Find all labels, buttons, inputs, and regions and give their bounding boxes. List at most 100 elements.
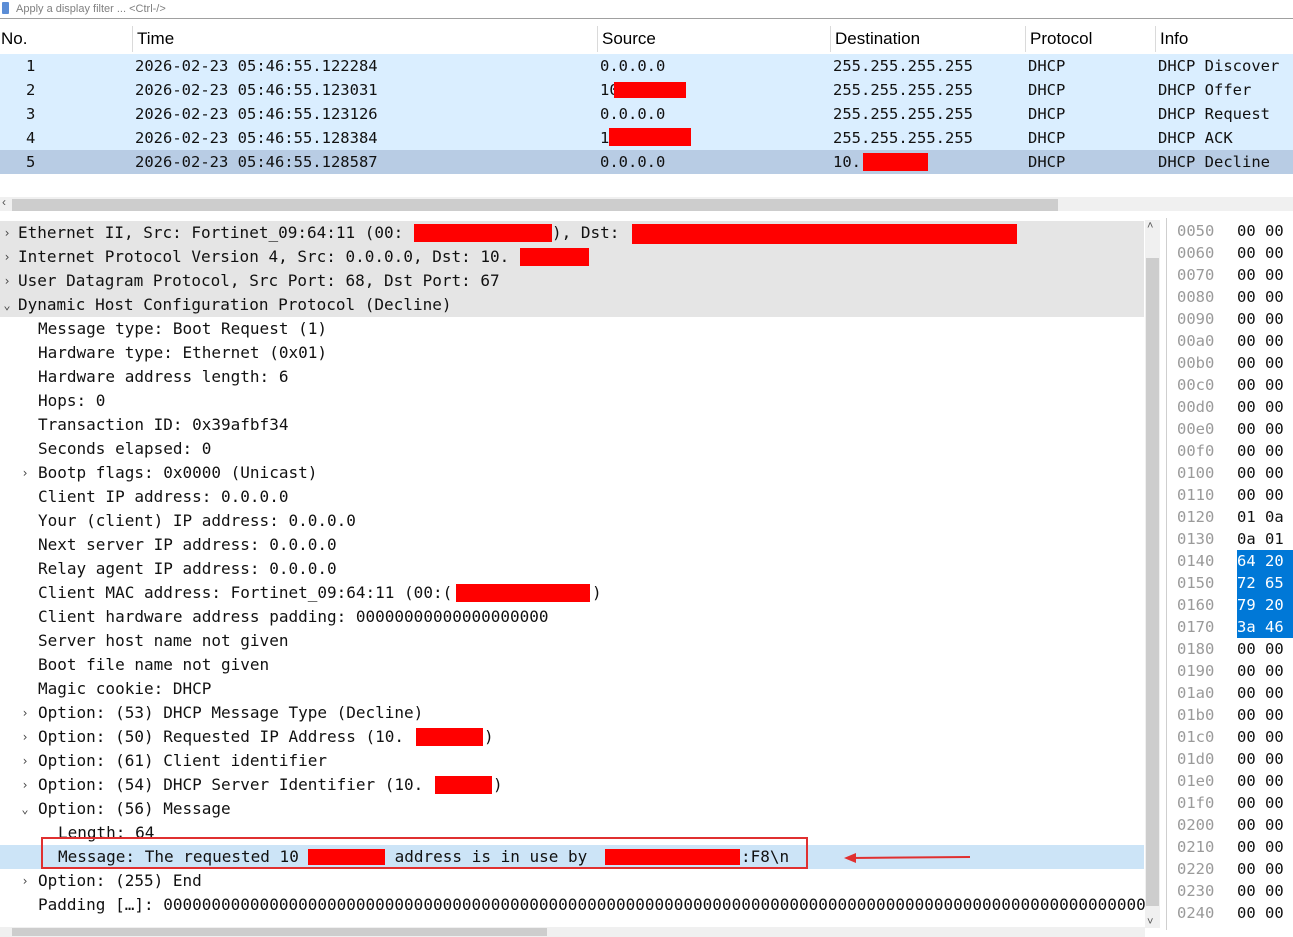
tree-item[interactable]: Client MAC address: Fortinet_09:64:11 (0… — [0, 581, 1144, 605]
packet-row[interactable]: 4 2026-02-23 05:46:55.128384 1 255.255.2… — [0, 126, 1293, 150]
hex-row[interactable]: 0140 64 20 — [1167, 550, 1293, 572]
hex-row[interactable]: 00a0 00 00 — [1167, 330, 1293, 352]
tree-item-option-255[interactable]: › Option: (255) End — [0, 869, 1144, 893]
tree-item[interactable]: Server host name not given — [0, 629, 1144, 653]
hex-row[interactable]: 01f0 00 00 — [1167, 792, 1293, 814]
tree-item[interactable]: Relay agent IP address: 0.0.0.0 — [0, 557, 1144, 581]
expand-arrow-icon[interactable]: › — [18, 701, 32, 725]
hex-row[interactable]: 00f0 00 00 — [1167, 440, 1293, 462]
tree-item[interactable]: Magic cookie: DHCP — [0, 677, 1144, 701]
hex-row[interactable]: 00b0 00 00 — [1167, 352, 1293, 374]
expand-arrow-icon[interactable]: › — [18, 749, 32, 773]
hex-row[interactable]: 0200 00 00 — [1167, 814, 1293, 836]
scroll-left-icon[interactable]: ‹ — [2, 195, 6, 209]
hex-bytes: 00 00 — [1237, 376, 1284, 394]
column-header-time[interactable]: Time — [132, 26, 597, 52]
hex-row[interactable]: 0120 01 0a — [1167, 506, 1293, 528]
column-header-info[interactable]: Info — [1155, 26, 1293, 52]
tree-item-option-54[interactable]: › Option: (54) DHCP Server Identifier (1… — [0, 773, 1144, 797]
hex-row[interactable]: 01a0 00 00 — [1167, 682, 1293, 704]
tree-item[interactable]: Your (client) IP address: 0.0.0.0 — [0, 509, 1144, 533]
hex-row[interactable]: 0070 00 00 — [1167, 264, 1293, 286]
hex-row[interactable]: 0190 00 00 — [1167, 660, 1293, 682]
tree-item[interactable]: Hardware address length: 6 — [0, 365, 1144, 389]
hex-row[interactable]: 01b0 00 00 — [1167, 704, 1293, 726]
tree-item-option-50[interactable]: › Option: (50) Requested IP Address (10.… — [0, 725, 1144, 749]
column-header-protocol[interactable]: Protocol — [1025, 26, 1155, 52]
hex-offset: 0220 — [1177, 860, 1215, 878]
expand-arrow-icon[interactable]: › — [0, 269, 14, 293]
hex-row[interactable]: 01d0 00 00 — [1167, 748, 1293, 770]
hex-row[interactable]: 0090 00 00 — [1167, 308, 1293, 330]
hex-row[interactable]: 00d0 00 00 — [1167, 396, 1293, 418]
hex-row[interactable]: 0150 72 65 — [1167, 572, 1293, 594]
display-filter-bar[interactable]: Apply a display filter ... <Ctrl-/> — [0, 0, 1293, 19]
hex-offset: 01d0 — [1177, 750, 1215, 768]
tree-item[interactable]: Seconds elapsed: 0 — [0, 437, 1144, 461]
packet-row[interactable]: 2 2026-02-23 05:46:55.123031 10 255.255.… — [0, 78, 1293, 102]
tree-item-udp[interactable]: › User Datagram Protocol, Src Port: 68, … — [0, 269, 1144, 293]
tree-item-option-56[interactable]: ⌄ Option: (56) Message — [0, 797, 1144, 821]
hex-row[interactable]: 0210 00 00 — [1167, 836, 1293, 858]
hex-row[interactable]: 0130 0a 01 — [1167, 528, 1293, 550]
hex-row[interactable]: 00c0 00 00 — [1167, 374, 1293, 396]
tree-item-label: Your (client) IP address: 0.0.0.0 — [38, 511, 356, 530]
tree-item[interactable]: Boot file name not given — [0, 653, 1144, 677]
expand-arrow-icon[interactable]: › — [18, 725, 32, 749]
scroll-thumb[interactable] — [12, 928, 547, 936]
bookmark-icon[interactable] — [2, 2, 9, 14]
tree-item[interactable]: Message type: Boot Request (1) — [0, 317, 1144, 341]
tree-item-ipv4[interactable]: › Internet Protocol Version 4, Src: 0.0.… — [0, 245, 1144, 269]
tree-item[interactable]: Client IP address: 0.0.0.0 — [0, 485, 1144, 509]
hex-row[interactable]: 0230 00 00 — [1167, 880, 1293, 902]
hex-row[interactable]: 0240 00 00 — [1167, 902, 1293, 924]
collapse-arrow-icon[interactable]: ⌄ — [0, 293, 14, 317]
hex-row[interactable]: 0220 00 00 — [1167, 858, 1293, 880]
hex-row[interactable]: 0110 00 00 — [1167, 484, 1293, 506]
scroll-down-icon[interactable]: ˅ — [1147, 916, 1153, 928]
expand-arrow-icon[interactable]: › — [18, 461, 32, 485]
expand-arrow-icon[interactable]: › — [18, 869, 32, 893]
tree-item[interactable]: Transaction ID: 0x39afbf34 — [0, 413, 1144, 437]
expand-arrow-icon[interactable]: › — [0, 221, 14, 245]
tree-item-label: Option: (61) Client identifier — [38, 751, 327, 770]
tree-item[interactable]: › Bootp flags: 0x0000 (Unicast) — [0, 461, 1144, 485]
hex-row[interactable]: 0170 3a 46 — [1167, 616, 1293, 638]
redaction — [414, 224, 552, 242]
column-header-destination[interactable]: Destination — [830, 26, 1025, 52]
details-hscrollbar[interactable] — [0, 927, 1145, 937]
hex-row[interactable]: 0160 79 20 — [1167, 594, 1293, 616]
hex-row[interactable]: 0050 00 00 — [1167, 220, 1293, 242]
column-header-no[interactable]: No. — [0, 26, 132, 52]
scroll-thumb[interactable] — [12, 199, 1058, 211]
tree-item-dhcp[interactable]: ⌄ Dynamic Host Configuration Protocol (D… — [0, 293, 1144, 317]
collapse-arrow-icon[interactable]: ⌄ — [18, 797, 32, 821]
hex-row[interactable]: 0060 00 00 — [1167, 242, 1293, 264]
hex-row[interactable]: 01e0 00 00 — [1167, 770, 1293, 792]
tree-item[interactable]: Client hardware address padding: 0000000… — [0, 605, 1144, 629]
tree-item[interactable]: Hops: 0 — [0, 389, 1144, 413]
packet-list-hscrollbar[interactable]: ‹ — [0, 195, 1293, 211]
scroll-up-icon[interactable]: ˄ — [1147, 220, 1153, 232]
packet-source: 0.0.0.0 — [600, 57, 666, 75]
display-filter-input[interactable]: Apply a display filter ... <Ctrl-/> — [16, 1, 166, 17]
tree-item-ethernet[interactable]: › Ethernet II, Src: Fortinet_09:64:11 (0… — [0, 221, 1144, 245]
tree-item-option-53[interactable]: › Option: (53) DHCP Message Type (Declin… — [0, 701, 1144, 725]
hex-row[interactable]: 0180 00 00 — [1167, 638, 1293, 660]
hex-row[interactable]: 0080 00 00 — [1167, 286, 1293, 308]
expand-arrow-icon[interactable]: › — [0, 245, 14, 269]
tree-item-option-61[interactable]: › Option: (61) Client identifier — [0, 749, 1144, 773]
packet-row[interactable]: 1 2026-02-23 05:46:55.122284 0.0.0.0 255… — [0, 54, 1293, 78]
hex-offset: 01a0 — [1177, 684, 1215, 702]
tree-item[interactable]: Hardware type: Ethernet (0x01) — [0, 341, 1144, 365]
expand-arrow-icon[interactable]: › — [18, 773, 32, 797]
hex-row[interactable]: 01c0 00 00 — [1167, 726, 1293, 748]
hex-row[interactable]: 00e0 00 00 — [1167, 418, 1293, 440]
tree-item[interactable]: Next server IP address: 0.0.0.0 — [0, 533, 1144, 557]
scroll-thumb[interactable] — [1146, 258, 1159, 906]
column-header-source[interactable]: Source — [597, 26, 830, 52]
packet-row[interactable]: 3 2026-02-23 05:46:55.123126 0.0.0.0 255… — [0, 102, 1293, 126]
packet-row-selected[interactable]: 5 2026-02-23 05:46:55.128587 0.0.0.0 10.… — [0, 150, 1293, 174]
hex-row[interactable]: 0100 00 00 — [1167, 462, 1293, 484]
tree-item-padding[interactable]: Padding […]: 000000000000000000000000000… — [0, 893, 1146, 917]
